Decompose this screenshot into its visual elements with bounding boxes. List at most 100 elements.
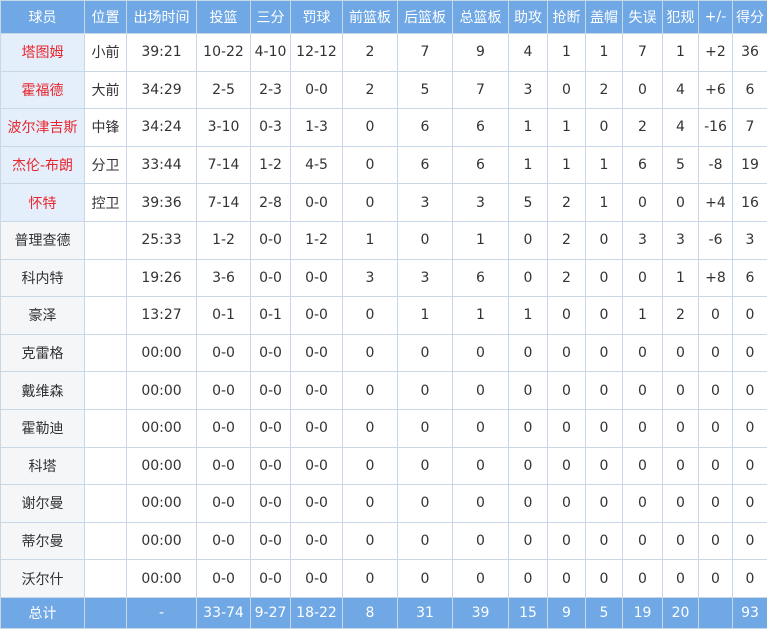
header-fouls[interactable]: 犯规 <box>663 1 699 34</box>
header-points[interactable]: 得分 <box>733 1 767 34</box>
header-free-throws[interactable]: 罚球 <box>291 1 343 34</box>
player-name-link[interactable]: 怀特 <box>1 184 85 222</box>
player-row: 沃尔什 00:00 0-0 0-0 0-0 0 0 0 0 0 0 0 0 0 … <box>1 560 767 598</box>
player-assists: 0 <box>509 372 548 410</box>
player-name-link[interactable]: 沃尔什 <box>1 560 85 598</box>
player-position <box>85 259 127 297</box>
player-total-rebounds: 6 <box>453 109 509 147</box>
player-plus-minus: 0 <box>699 447 733 485</box>
header-field-goals[interactable]: 投篮 <box>197 1 251 34</box>
player-turnovers: 0 <box>623 259 663 297</box>
player-turnovers: 0 <box>623 522 663 560</box>
player-name-link[interactable]: 豪泽 <box>1 297 85 335</box>
player-name-link[interactable]: 霍福德 <box>1 71 85 109</box>
player-blocks: 0 <box>586 409 623 447</box>
player-three-pointers: 4-10 <box>251 34 291 72</box>
player-minutes: 25:33 <box>127 221 197 259</box>
player-steals: 1 <box>548 146 586 184</box>
player-name-link[interactable]: 塔图姆 <box>1 34 85 72</box>
player-blocks: 0 <box>586 522 623 560</box>
player-turnovers: 0 <box>623 71 663 109</box>
player-field-goals: 7-14 <box>197 184 251 222</box>
header-minutes[interactable]: 出场时间 <box>127 1 197 34</box>
player-name-link[interactable]: 杰伦-布朗 <box>1 146 85 184</box>
header-steals[interactable]: 抢断 <box>548 1 586 34</box>
player-fouls: 4 <box>663 71 699 109</box>
player-name-link[interactable]: 科内特 <box>1 259 85 297</box>
header-position[interactable]: 位置 <box>85 1 127 34</box>
header-defensive-rebounds[interactable]: 后篮板 <box>398 1 453 34</box>
player-row: 塔图姆 小前 39:21 10-22 4-10 12-12 2 7 9 4 1 … <box>1 34 767 72</box>
player-blocks: 1 <box>586 146 623 184</box>
player-free-throws: 1-2 <box>291 221 343 259</box>
player-points: 0 <box>733 522 767 560</box>
player-minutes: 34:29 <box>127 71 197 109</box>
header-row: 球员 位置 出场时间 投篮 三分 罚球 前篮板 后篮板 总篮板 助攻 抢断 盖帽… <box>1 1 767 34</box>
player-assists: 0 <box>509 259 548 297</box>
player-plus-minus: 0 <box>699 297 733 335</box>
player-name-link[interactable]: 霍勒迪 <box>1 409 85 447</box>
player-name-link[interactable]: 克雷格 <box>1 334 85 372</box>
player-fouls: 1 <box>663 259 699 297</box>
player-position: 中锋 <box>85 109 127 147</box>
totals-plus-minus <box>699 597 733 628</box>
player-name-link[interactable]: 波尔津吉斯 <box>1 109 85 147</box>
player-total-rebounds: 0 <box>453 447 509 485</box>
player-row: 科内特 19:26 3-6 0-0 0-0 3 3 6 0 2 0 0 1 +8… <box>1 259 767 297</box>
player-steals: 0 <box>548 297 586 335</box>
player-plus-minus: 0 <box>699 409 733 447</box>
player-blocks: 0 <box>586 447 623 485</box>
player-three-pointers: 0-0 <box>251 447 291 485</box>
totals-defensive-rebounds: 31 <box>398 597 453 628</box>
player-total-rebounds: 0 <box>453 409 509 447</box>
player-offensive-rebounds: 0 <box>343 334 398 372</box>
player-plus-minus: -16 <box>699 109 733 147</box>
player-three-pointers: 0-0 <box>251 372 291 410</box>
player-total-rebounds: 7 <box>453 71 509 109</box>
player-free-throws: 12-12 <box>291 34 343 72</box>
player-total-rebounds: 6 <box>453 259 509 297</box>
player-assists: 0 <box>509 485 548 523</box>
player-blocks: 0 <box>586 221 623 259</box>
player-row: 怀特 控卫 39:36 7-14 2-8 0-0 0 3 3 5 2 1 0 0… <box>1 184 767 222</box>
player-points: 36 <box>733 34 767 72</box>
player-row: 戴维森 00:00 0-0 0-0 0-0 0 0 0 0 0 0 0 0 0 … <box>1 372 767 410</box>
player-name-link[interactable]: 科塔 <box>1 447 85 485</box>
player-total-rebounds: 0 <box>453 522 509 560</box>
player-position: 分卫 <box>85 146 127 184</box>
player-name-link[interactable]: 蒂尔曼 <box>1 522 85 560</box>
player-position <box>85 560 127 598</box>
header-offensive-rebounds[interactable]: 前篮板 <box>343 1 398 34</box>
header-blocks[interactable]: 盖帽 <box>586 1 623 34</box>
player-points: 7 <box>733 109 767 147</box>
player-field-goals: 0-0 <box>197 372 251 410</box>
player-name-link[interactable]: 谢尔曼 <box>1 485 85 523</box>
player-offensive-rebounds: 0 <box>343 184 398 222</box>
header-assists[interactable]: 助攻 <box>509 1 548 34</box>
header-total-rebounds[interactable]: 总篮板 <box>453 1 509 34</box>
player-defensive-rebounds: 3 <box>398 184 453 222</box>
player-turnovers: 0 <box>623 372 663 410</box>
player-three-pointers: 0-1 <box>251 297 291 335</box>
player-name-link[interactable]: 普理查德 <box>1 221 85 259</box>
totals-blocks: 5 <box>586 597 623 628</box>
player-fouls: 4 <box>663 109 699 147</box>
player-row: 杰伦-布朗 分卫 33:44 7-14 1-2 4-5 0 6 6 1 1 1 … <box>1 146 767 184</box>
player-name-link[interactable]: 戴维森 <box>1 372 85 410</box>
player-steals: 0 <box>548 522 586 560</box>
box-score-table: 球员 位置 出场时间 投篮 三分 罚球 前篮板 后篮板 总篮板 助攻 抢断 盖帽… <box>0 0 767 629</box>
player-minutes: 00:00 <box>127 334 197 372</box>
header-plus-minus[interactable]: +/- <box>699 1 733 34</box>
header-three-pointers[interactable]: 三分 <box>251 1 291 34</box>
player-fouls: 0 <box>663 372 699 410</box>
player-plus-minus: -6 <box>699 221 733 259</box>
player-row: 蒂尔曼 00:00 0-0 0-0 0-0 0 0 0 0 0 0 0 0 0 … <box>1 522 767 560</box>
header-turnovers[interactable]: 失误 <box>623 1 663 34</box>
header-player[interactable]: 球员 <box>1 1 85 34</box>
player-row: 霍勒迪 00:00 0-0 0-0 0-0 0 0 0 0 0 0 0 0 0 … <box>1 409 767 447</box>
player-three-pointers: 0-0 <box>251 560 291 598</box>
player-total-rebounds: 0 <box>453 485 509 523</box>
player-free-throws: 0-0 <box>291 297 343 335</box>
player-free-throws: 4-5 <box>291 146 343 184</box>
player-field-goals: 0-0 <box>197 334 251 372</box>
